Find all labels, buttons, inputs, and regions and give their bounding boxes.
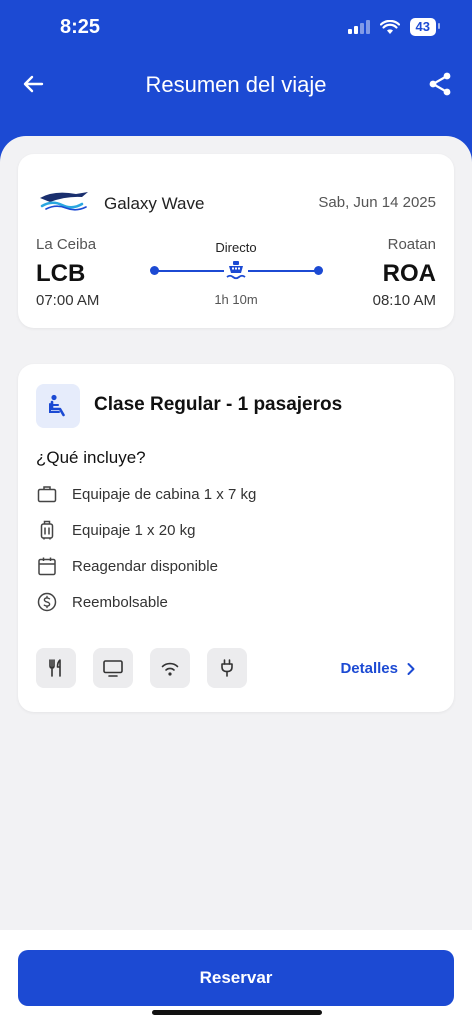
signal-icon bbox=[347, 20, 370, 34]
include-item-checked-bag: Equipaje 1 x 20 kg bbox=[36, 518, 195, 542]
wifi-status-icon bbox=[379, 19, 400, 34]
amenity-power bbox=[207, 648, 247, 688]
carrier-name: Galaxy Wave bbox=[104, 194, 205, 213]
share-icon[interactable] bbox=[426, 70, 454, 98]
tv-icon bbox=[103, 660, 123, 677]
plug-icon bbox=[221, 659, 233, 677]
destination-code: ROA bbox=[382, 260, 436, 287]
origin-code: LCB bbox=[36, 260, 86, 287]
galaxy-wave-logo bbox=[40, 192, 88, 211]
status-icons: 43 bbox=[347, 18, 441, 36]
chevron-right-icon bbox=[407, 662, 415, 675]
include-item-reschedule: Reagendar disponible bbox=[36, 554, 218, 578]
wifi-icon bbox=[161, 662, 179, 676]
reserve-button[interactable]: Reservar bbox=[18, 950, 454, 1006]
includes-heading: ¿Qué incluye? bbox=[36, 448, 146, 467]
fare-class-card: Clase Regular - 1 pasajeros ¿Qué incluye… bbox=[18, 364, 454, 712]
status-bar: 8:25 43 bbox=[0, 0, 472, 56]
trip-summary-card: Galaxy Wave Sab, Jun 14 2025 La Ceiba Ro… bbox=[18, 154, 454, 328]
amenity-tv bbox=[93, 648, 133, 688]
amenity-wifi bbox=[150, 648, 190, 688]
include-label: Reembolsable bbox=[72, 593, 168, 611]
utensils-icon bbox=[49, 659, 61, 677]
nav-bar: Resumen del viaje bbox=[0, 64, 472, 104]
home-indicator bbox=[152, 1010, 322, 1015]
include-label: Equipaje de cabina 1 x 7 kg bbox=[72, 485, 257, 503]
briefcase-icon bbox=[37, 486, 57, 503]
battery-indicator: 43 bbox=[409, 18, 441, 36]
bottom-bar: Reservar bbox=[0, 930, 472, 1024]
luggage-icon bbox=[40, 520, 54, 540]
travel-date: Sab, Jun 14 2025 bbox=[318, 194, 436, 211]
fare-class-title: Clase Regular - 1 pasajeros bbox=[94, 394, 343, 415]
route-start-dot bbox=[150, 266, 159, 275]
status-time: 8:25 bbox=[60, 16, 101, 38]
trip-duration: 1h 10m bbox=[214, 292, 258, 307]
include-label: Equipaje 1 x 20 kg bbox=[72, 521, 196, 539]
include-item-refundable: Reembolsable bbox=[36, 590, 168, 614]
details-label: Detalles bbox=[340, 660, 398, 677]
calendar-icon bbox=[38, 557, 56, 576]
include-label: Reagendar disponible bbox=[72, 557, 218, 575]
route-end-dot bbox=[314, 266, 323, 275]
ferry-icon bbox=[224, 258, 248, 282]
content-sheet: Galaxy Wave Sab, Jun 14 2025 La Ceiba Ro… bbox=[0, 136, 472, 1024]
amenity-food bbox=[36, 648, 76, 688]
include-item-cabin-bag: Equipaje de cabina 1 x 7 kg bbox=[36, 482, 256, 506]
route-type: Directo bbox=[215, 240, 257, 255]
page-title: Resumen del viaje bbox=[145, 72, 327, 97]
seat-icon bbox=[49, 394, 65, 417]
seat-icon-box bbox=[36, 384, 80, 428]
dollar-circle-icon bbox=[37, 592, 57, 612]
details-link[interactable]: Detalles bbox=[340, 660, 416, 677]
